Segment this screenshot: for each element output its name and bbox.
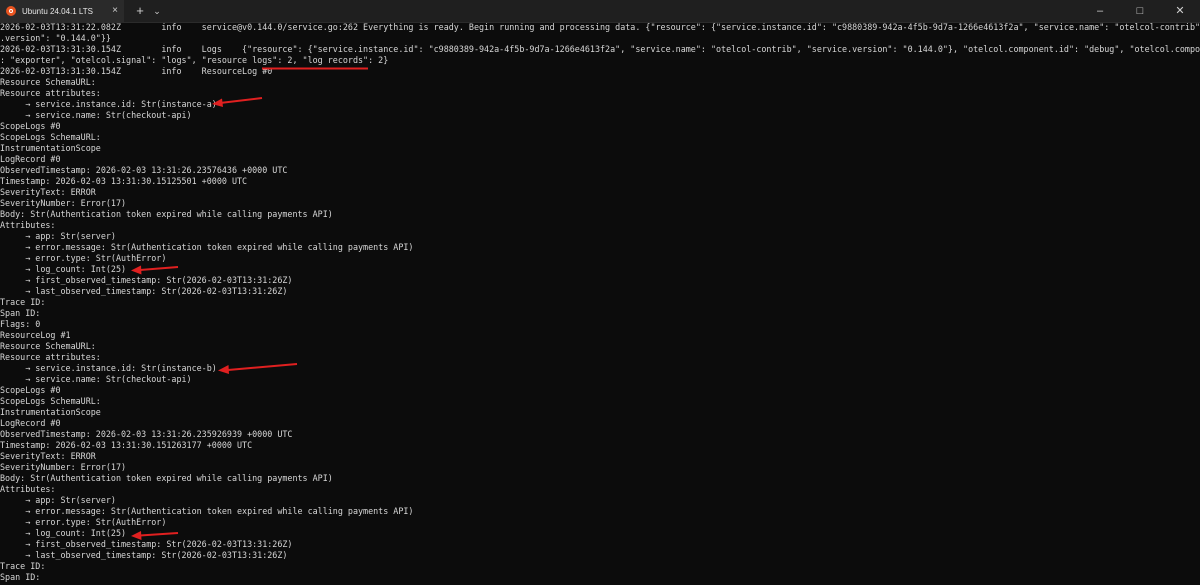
tab-title: Ubuntu 24.04.1 LTS: [22, 6, 94, 16]
terminal-line: ResourceLog #1: [0, 330, 71, 340]
terminal-line: ObservedTimestamp: 2026-02-03 13:31:26.2…: [0, 429, 293, 439]
terminal-line: SeverityText: ERROR: [0, 187, 96, 197]
terminal-line: SeverityText: ERROR: [0, 451, 96, 461]
tab-dropdown-icon[interactable]: ⌄: [150, 3, 164, 19]
terminal-line: 2026-02-03T13:31:30.154Z info ResourceLo…: [0, 66, 273, 76]
terminal-line: Resource attributes:: [0, 88, 101, 98]
close-window-button[interactable]: ✕: [1160, 0, 1200, 22]
terminal-line: → first_observed_timestamp: Str(2026-02-…: [0, 539, 293, 549]
ubuntu-icon: [6, 6, 16, 16]
terminal-line: ObservedTimestamp: 2026-02-03 13:31:26.2…: [0, 165, 288, 175]
terminal-tab[interactable]: Ubuntu 24.04.1 LTS ×: [0, 0, 124, 22]
terminal-line: Attributes:: [0, 220, 56, 230]
terminal-line: → error.type: Str(AuthError): [0, 253, 167, 263]
terminal-line: Timestamp: 2026-02-03 13:31:30.151263177…: [0, 440, 253, 450]
maximize-button[interactable]: □: [1120, 0, 1160, 22]
terminal-line: → service.name: Str(checkout-api): [0, 374, 192, 384]
terminal-line: ScopeLogs #0: [0, 385, 61, 395]
terminal-line: → log_count: Int(25): [0, 528, 127, 538]
terminal-line: LogRecord #0: [0, 154, 61, 164]
terminal-line: → error.type: Str(AuthError): [0, 517, 167, 527]
terminal-line: Span ID:: [0, 308, 41, 318]
minimize-button[interactable]: –: [1080, 0, 1120, 22]
terminal-line: .version": "0.144.0"}}: [0, 33, 111, 43]
terminal-line: 2026-02-03T13:31:30.154Z info Logs {"res…: [0, 44, 1200, 54]
terminal-line: → last_observed_timestamp: Str(2026-02-0…: [0, 286, 288, 296]
terminal-line: InstrumentationScope: [0, 143, 101, 153]
terminal-line: Trace ID:: [0, 561, 46, 571]
terminal-line: Resource attributes:: [0, 352, 101, 362]
title-bar: Ubuntu 24.04.1 LTS × + ⌄ – □ ✕: [0, 0, 1200, 23]
terminal-line: : "exporter", "otelcol.signal": "logs", …: [0, 55, 389, 65]
terminal-line: Span ID:: [0, 572, 41, 582]
terminal-line: SeverityNumber: Error(17): [0, 198, 127, 208]
terminal-line: Body: Str(Authentication token expired w…: [0, 209, 333, 219]
terminal-line: Resource SchemaURL:: [0, 77, 96, 87]
terminal-line: → last_observed_timestamp: Str(2026-02-0…: [0, 550, 288, 560]
terminal-line: → app: Str(server): [0, 495, 116, 505]
terminal-line: Trace ID:: [0, 297, 46, 307]
terminal-line: → first_observed_timestamp: Str(2026-02-…: [0, 275, 293, 285]
terminal-line: Resource SchemaURL:: [0, 341, 96, 351]
terminal-line: → service.name: Str(checkout-api): [0, 110, 192, 120]
terminal-line: InstrumentationScope: [0, 407, 101, 417]
terminal-line: ScopeLogs SchemaURL:: [0, 132, 101, 142]
terminal-line: → log_count: Int(25): [0, 264, 127, 274]
terminal-line: ScopeLogs SchemaURL:: [0, 396, 101, 406]
terminal-output[interactable]: Span ID: Trace ID: → last_observed_timest…: [0, 22, 1200, 585]
terminal-line: SeverityNumber: Error(17): [0, 462, 127, 472]
terminal-line: → error.message: Str(Authentication toke…: [0, 506, 414, 516]
terminal-line: Attributes:: [0, 484, 56, 494]
terminal-line: LogRecord #0: [0, 418, 61, 428]
terminal-line: → app: Str(server): [0, 231, 116, 241]
terminal-line: 2026-02-03T13:31:22.082Z info service@v0…: [0, 22, 1200, 32]
terminal-line: → error.message: Str(Authentication toke…: [0, 242, 414, 252]
terminal-line: → service.instance.id: Str(instance-a): [0, 99, 217, 109]
new-tab-button[interactable]: +: [132, 3, 148, 19]
terminal-line: ScopeLogs #0: [0, 121, 61, 131]
terminal-line: Body: Str(Authentication token expired w…: [0, 473, 333, 483]
terminal-line: Flags: 0: [0, 319, 41, 329]
terminal-line: Timestamp: 2026-02-03 13:31:30.15125501 …: [0, 176, 248, 186]
terminal-line: → service.instance.id: Str(instance-b): [0, 363, 217, 373]
tab-close-icon[interactable]: ×: [112, 4, 118, 18]
